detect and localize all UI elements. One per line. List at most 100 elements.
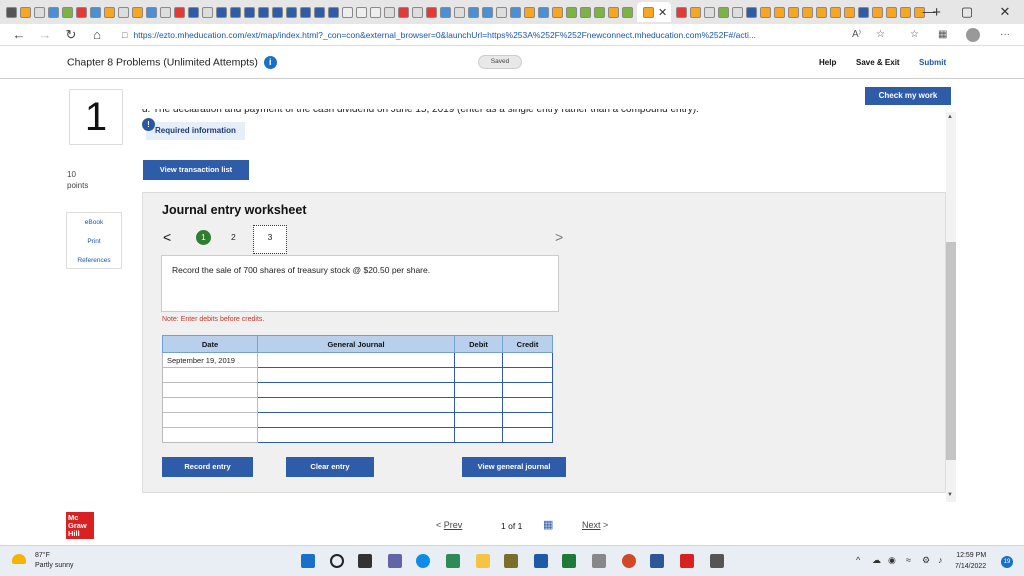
required-information-link[interactable]: Required information: [146, 122, 245, 140]
credit-input[interactable]: [502, 397, 553, 413]
scroll-up-icon[interactable]: ▲: [947, 114, 953, 120]
tab-favicon-icon[interactable]: [579, 6, 591, 18]
settings-icon[interactable]: ⚙: [922, 555, 930, 566]
view-transaction-list-button[interactable]: View transaction list: [143, 160, 249, 180]
weather-widget[interactable]: 87°F Partly sunny: [35, 551, 74, 571]
tab-favicon-icon[interactable]: [47, 6, 59, 18]
credit-input[interactable]: [502, 367, 553, 383]
tab-favicon-icon[interactable]: [61, 6, 73, 18]
tab-favicon-icon[interactable]: [271, 6, 283, 18]
ebook-link[interactable]: eBook: [67, 213, 121, 232]
next-page-link[interactable]: Next >: [582, 520, 608, 530]
store-icon[interactable]: [446, 554, 460, 568]
tray-app-icon[interactable]: ◉: [888, 555, 896, 566]
tab-favicon-icon[interactable]: [369, 6, 381, 18]
tab-favicon-icon[interactable]: [397, 6, 409, 18]
debit-input[interactable]: [454, 427, 503, 443]
tab-favicon-icon[interactable]: [439, 6, 451, 18]
tab-favicon-icon[interactable]: [829, 6, 841, 18]
tab-favicon-icon[interactable]: [453, 6, 465, 18]
tab-favicon-icon[interactable]: [33, 6, 45, 18]
app-icon[interactable]: [710, 554, 724, 568]
app-icon[interactable]: [592, 554, 606, 568]
tab-favicon-icon[interactable]: [551, 6, 563, 18]
word-icon[interactable]: [650, 554, 664, 568]
tab-favicon-icon[interactable]: [745, 6, 757, 18]
read-aloud-icon[interactable]: A⁾: [852, 24, 861, 46]
tab-favicon-icon[interactable]: [411, 6, 423, 18]
tab-favicon-icon[interactable]: [787, 6, 799, 18]
tab-favicon-icon[interactable]: [773, 6, 785, 18]
next-step-arrow-icon[interactable]: >: [555, 229, 563, 245]
collections-icon[interactable]: ▦: [938, 24, 947, 46]
references-link[interactable]: References: [67, 251, 121, 270]
tab-actions-icon[interactable]: [5, 6, 17, 18]
lock-icon[interactable]: □: [122, 30, 127, 40]
refresh-icon[interactable]: ↻: [58, 27, 84, 43]
account-select[interactable]: [257, 352, 455, 368]
clear-entry-button[interactable]: Clear entry: [286, 457, 374, 477]
tab-favicon-icon[interactable]: [173, 6, 185, 18]
tab-favicon-icon[interactable]: [509, 6, 521, 18]
submit-link[interactable]: Submit: [919, 58, 946, 67]
tab-favicon-icon[interactable]: [885, 6, 897, 18]
tab-favicon-icon[interactable]: [689, 6, 701, 18]
tab-favicon-icon[interactable]: [621, 6, 633, 18]
tab-favicon-icon[interactable]: [717, 6, 729, 18]
powerpoint-icon[interactable]: [622, 554, 636, 568]
tab-favicon-icon[interactable]: [495, 6, 507, 18]
file-explorer-icon[interactable]: [476, 554, 490, 568]
favorite-icon[interactable]: ☆: [876, 24, 885, 46]
step-3-button[interactable]: 3: [253, 225, 287, 254]
tab-favicon-icon[interactable]: [675, 6, 687, 18]
close-tab-icon[interactable]: ✕: [658, 6, 667, 19]
scrollbar-thumb[interactable]: [946, 242, 956, 460]
tab-favicon-icon[interactable]: [285, 6, 297, 18]
save-exit-link[interactable]: Save & Exit: [856, 58, 900, 67]
debit-input[interactable]: [454, 367, 503, 383]
tab-favicon-icon[interactable]: [243, 6, 255, 18]
step-1-button[interactable]: 1: [196, 230, 211, 245]
record-entry-button[interactable]: Record entry: [162, 457, 253, 477]
windows-start-icon[interactable]: [301, 554, 315, 568]
tab-favicon-icon[interactable]: [607, 6, 619, 18]
tab-favicon-icon[interactable]: [871, 6, 883, 18]
tab-favicon-icon[interactable]: [857, 6, 869, 18]
close-window-button[interactable]: ✕: [986, 0, 1024, 24]
back-arrow-icon[interactable]: ←: [6, 27, 32, 42]
weather-icon[interactable]: [12, 554, 26, 564]
info-icon[interactable]: i: [263, 56, 277, 69]
onedrive-icon[interactable]: ☁: [872, 555, 881, 566]
teams-icon[interactable]: [388, 554, 402, 568]
tab-favicon-icon[interactable]: [355, 6, 367, 18]
app-icon[interactable]: [504, 554, 518, 568]
tab-favicon-icon[interactable]: [299, 6, 311, 18]
tab-favicon-icon[interactable]: [467, 6, 479, 18]
favorites-list-icon[interactable]: ☆: [910, 24, 919, 46]
credit-input[interactable]: [502, 352, 553, 368]
grid-view-icon[interactable]: ▦: [543, 518, 553, 531]
scroll-down-icon[interactable]: ▼: [947, 492, 953, 498]
debit-input[interactable]: [454, 397, 503, 413]
account-select[interactable]: [257, 397, 455, 413]
credit-input[interactable]: [502, 427, 553, 443]
account-select[interactable]: [257, 382, 455, 398]
tab-favicon-icon[interactable]: [75, 6, 87, 18]
tab-favicon-icon[interactable]: [159, 6, 171, 18]
help-link[interactable]: Help: [819, 58, 836, 67]
tab-favicon-icon[interactable]: [341, 6, 353, 18]
profile-avatar[interactable]: [966, 28, 980, 42]
tab-favicon-icon[interactable]: [759, 6, 771, 18]
tab-favicon-icon[interactable]: [229, 6, 241, 18]
print-link[interactable]: Print: [67, 232, 121, 251]
tab-favicon-icon[interactable]: [383, 6, 395, 18]
check-my-work-button[interactable]: Check my work: [865, 87, 951, 105]
tab-favicon-icon[interactable]: [523, 6, 535, 18]
tab-favicon-icon[interactable]: [145, 6, 157, 18]
tab-favicon-icon[interactable]: [481, 6, 493, 18]
system-clock[interactable]: 12:59 PM 7/14/2022: [955, 550, 986, 572]
tab-favicon-icon[interactable]: [201, 6, 213, 18]
edge-icon[interactable]: [416, 554, 430, 568]
view-general-journal-button[interactable]: View general journal: [462, 457, 566, 477]
account-select[interactable]: [257, 367, 455, 383]
